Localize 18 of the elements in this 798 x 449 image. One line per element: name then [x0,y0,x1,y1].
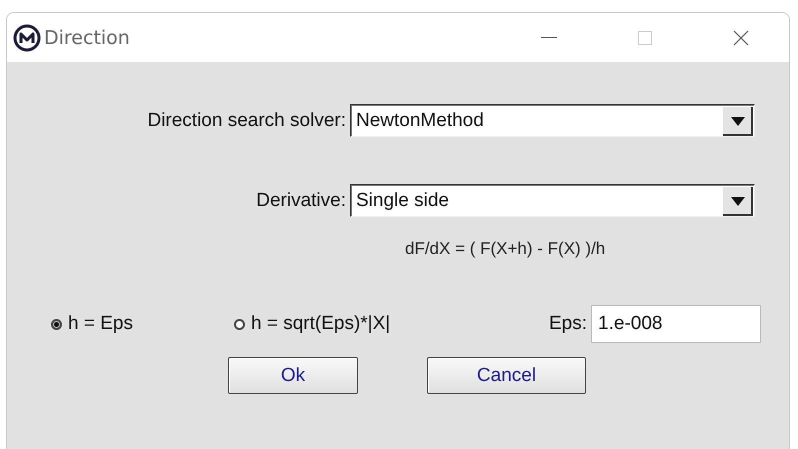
radio-option[interactable]: h = Eps [51,313,234,335]
field-label: Derivative: [256,190,346,212]
radio-option[interactable]: h = sqrt(Eps)*|X| [234,313,549,335]
window-title: Direction [44,26,130,48]
input-field[interactable]: 1.e-008 [591,305,762,343]
field-label: Eps: [549,313,588,335]
formula-text: dF/dX = ( F(X+h) - F(X) )/h [405,239,606,259]
close-icon [733,30,749,46]
app-logo-icon [13,24,41,52]
dropdown-value: NewtonMethod [356,110,485,132]
dialog-button[interactable]: Cancel [427,357,586,394]
field-label: Direction search solver: [147,110,346,132]
dropdown-value: Single side [356,190,450,212]
dialog-button[interactable]: Ok [228,357,358,394]
dropdown[interactable]: NewtonMethod [350,104,755,137]
dropdown[interactable]: Single side [350,184,755,217]
minimize-icon [541,36,557,38]
maximize-icon [638,30,652,44]
